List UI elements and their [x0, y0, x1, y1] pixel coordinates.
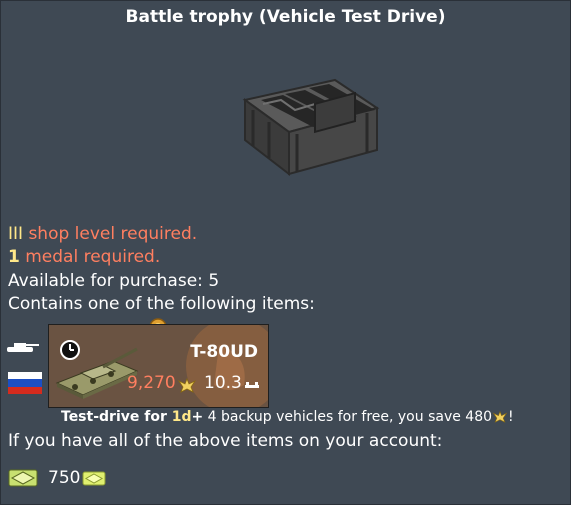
item-title: Battle trophy (Vehicle Test Drive) [125, 7, 446, 27]
warbond-coupon-icon [82, 471, 106, 485]
vehicle-battle-rating: 10.3 [204, 373, 242, 393]
russia-flag-icon [8, 372, 42, 394]
contains-text: Contains one of the following items: [8, 294, 315, 314]
research-points-icon [492, 410, 508, 423]
shop-level-number: III [8, 224, 24, 244]
medal-text: medal required. [25, 247, 161, 267]
vehicle-name: T-80UD [190, 342, 258, 362]
test-drive-plus: + [191, 409, 204, 425]
test-drive-info: Test-drive for 1d+ 4 backup vehicles for… [61, 409, 514, 425]
price-row: 750 [8, 468, 106, 488]
tank-silhouette-icon [7, 343, 39, 352]
shop-level-text: shop level required. [28, 224, 198, 244]
warbond-coupon-icon [8, 469, 38, 487]
purchase-availability: Available for purchase: 5 [8, 271, 219, 291]
test-drive-prefix: Test-drive for [61, 409, 172, 425]
clock-icon [60, 340, 80, 360]
test-drive-suffix: ! [508, 409, 514, 425]
medal-requirement: 1 medal required. [8, 247, 160, 267]
crate-image [242, 78, 380, 177]
shop-level-requirement: III shop level required. [8, 224, 197, 244]
owned-items-text: If you have all of the above items on yo… [8, 431, 443, 451]
ground-vehicle-icon [245, 382, 259, 388]
purchase-count: 5 [208, 271, 220, 291]
purchase-label: Available for purchase: [8, 271, 209, 291]
vehicle-card[interactable]: T-80UD 9,270 10.3 [48, 324, 269, 408]
test-drive-middle: 4 backup vehicles for free, you save 480 [203, 409, 493, 425]
research-points-icon [177, 377, 197, 393]
medal-number: 1 [8, 247, 20, 267]
test-drive-duration: 1d [171, 409, 192, 425]
price-amount: 750 [48, 468, 81, 488]
vehicle-rp-cost: 9,270 [127, 373, 176, 393]
